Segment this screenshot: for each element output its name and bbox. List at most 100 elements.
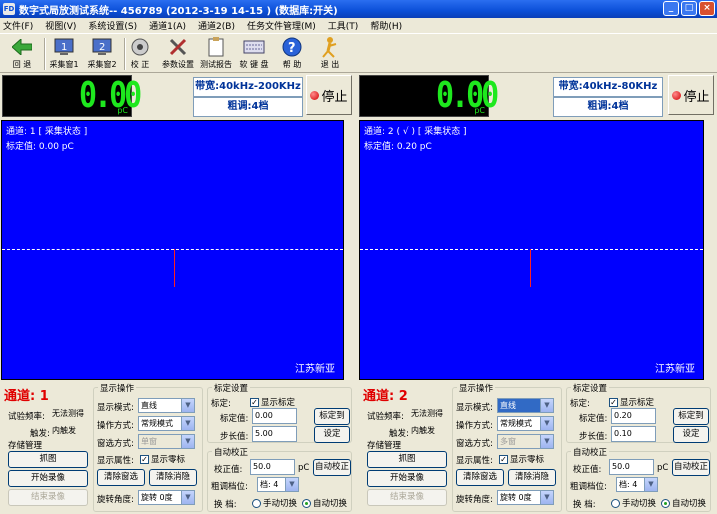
start-recording-button[interactable]: 开始录像 xyxy=(8,470,88,487)
test-frequency: 无法测得 xyxy=(409,407,449,423)
display-mode-select[interactable]: 直线 ▼ xyxy=(497,398,554,413)
set-button[interactable]: 设定 xyxy=(314,426,350,443)
show-zero-checkbox[interactable]: ✓ 显示零标 xyxy=(499,453,544,465)
chevron-down-icon: ▼ xyxy=(285,478,298,491)
channel-2-stop-button[interactable]: 停止 xyxy=(668,75,714,115)
help-button[interactable]: ? 帮 助 xyxy=(272,36,312,70)
baseline xyxy=(360,249,703,250)
coarse-position-select[interactable]: 档: 4 ▼ xyxy=(616,477,658,492)
operation-mode-select[interactable]: 常规模式 ▼ xyxy=(497,416,554,431)
channel-1-scope[interactable]: 通道: 1 [ 采集状态 ] 标定值: 0.00 pC 江苏新亚 xyxy=(1,120,344,380)
rotation-select[interactable]: 旋转 0度 ▼ xyxy=(138,490,195,505)
coarse-position-select[interactable]: 档: 4 ▼ xyxy=(257,477,299,492)
menu-view[interactable]: 视图(V) xyxy=(45,19,76,32)
chevron-down-icon: ▼ xyxy=(181,435,194,448)
menu-channel-2[interactable]: 通道2(B) xyxy=(198,19,235,32)
step-value-input[interactable]: 5.00 xyxy=(252,426,297,442)
window-select[interactable]: 单窗 ▼ xyxy=(138,434,195,449)
menu-file[interactable]: 文件(F) xyxy=(3,19,33,32)
storage-group-title: 存储管理 xyxy=(8,441,43,451)
pulse-marker xyxy=(530,249,531,287)
calibration-value-input[interactable]: 0.00 xyxy=(252,408,297,424)
back-button[interactable]: 回 退 xyxy=(2,36,42,70)
disc-icon xyxy=(129,36,151,58)
capture-button[interactable]: 抓图 xyxy=(367,451,447,468)
auto-correct-button[interactable]: 自动校正 xyxy=(672,459,710,476)
channel-2-coarse: 粗调:4档 xyxy=(553,97,663,117)
channel-1-stop-button[interactable]: 停止 xyxy=(306,75,352,115)
minimize-button[interactable]: _ xyxy=(663,1,679,16)
calibrate-to-button[interactable]: 标定到 xyxy=(673,408,709,425)
storage-group-title: 存储管理 xyxy=(367,441,402,451)
show-zero-checkbox[interactable]: ✓ 显示零标 xyxy=(140,453,185,465)
stop-recording-button[interactable]: 结束录像 xyxy=(8,489,88,506)
display-mode-select[interactable]: 直线 ▼ xyxy=(138,398,195,413)
auto-correct-button[interactable]: 自动校正 xyxy=(313,459,351,476)
stop-icon xyxy=(672,90,682,100)
auto-switch-radio[interactable]: 自动切换 xyxy=(302,497,347,509)
window-title: 数字式局放测试系统-- 456789 (2012-3-19 14-15 ) (数… xyxy=(19,5,338,17)
channel-2-bandwidth: 带宽:40kHz-80KHz xyxy=(553,77,663,97)
channel-2-lcd: 0.00 pC xyxy=(359,75,499,117)
menu-bar: 文件(F) 视图(V) 系统设置(S) 通道1(A) 通道2(B) 任务文件管理… xyxy=(0,18,717,32)
chevron-down-icon: ▼ xyxy=(540,399,553,412)
tools-icon xyxy=(167,36,189,58)
calibrate-to-button[interactable]: 标定到 xyxy=(314,408,350,425)
chevron-down-icon: ▼ xyxy=(540,435,553,448)
test-frequency: 无法测得 xyxy=(50,407,90,423)
calibrate-button[interactable]: 校 正 xyxy=(120,36,160,70)
maximize-button[interactable]: □ xyxy=(681,1,697,16)
chevron-down-icon: ▼ xyxy=(644,478,657,491)
show-calibration-checkbox[interactable]: ✓ 显示标定 xyxy=(609,396,654,408)
trigger-mode: 内触发 xyxy=(409,424,449,440)
soft-keyboard-button[interactable]: 软 键 盘 xyxy=(234,36,274,70)
start-recording-button[interactable]: 开始录像 xyxy=(367,470,447,487)
channel-1-coarse: 粗调:4档 xyxy=(193,97,303,117)
channel-2-controls: 通道: 2 试验频率: 无法测得 触发: 内触发 存储管理 抓图 开始录像 结束… xyxy=(359,381,717,514)
stop-recording-button[interactable]: 结束录像 xyxy=(367,489,447,506)
pulse-marker xyxy=(174,249,175,287)
show-calibration-checkbox[interactable]: ✓ 显示标定 xyxy=(250,396,295,408)
clear-window-button[interactable]: 清除窗选 xyxy=(97,469,145,486)
app-icon: FD xyxy=(3,3,15,15)
calibration-value-input[interactable]: 0.20 xyxy=(611,408,656,424)
chevron-down-icon: ▼ xyxy=(181,417,194,430)
operation-mode-select[interactable]: 常规模式 ▼ xyxy=(138,416,195,431)
clear-blanking-button[interactable]: 清除消隐 xyxy=(149,469,197,486)
auto-switch-radio[interactable]: 自动切换 xyxy=(661,497,706,509)
channel-label: 通道: 1 xyxy=(4,389,49,404)
channel-2-header: 0.00 pC 带宽:40kHz-80KHz 粗调:4档 停止 xyxy=(359,75,717,119)
window-select[interactable]: 多窗 ▼ xyxy=(497,434,554,449)
chevron-down-icon: ▼ xyxy=(181,491,194,504)
menu-tools[interactable]: 工具(T) xyxy=(328,19,359,32)
manual-switch-radio[interactable]: 手动切换 xyxy=(611,497,656,509)
splitter[interactable] xyxy=(345,120,357,380)
keyboard-icon xyxy=(243,36,265,58)
correction-value-input[interactable]: 50.0 xyxy=(250,459,295,475)
menu-help[interactable]: 帮助(H) xyxy=(370,19,402,32)
set-button[interactable]: 设定 xyxy=(673,426,709,443)
parameter-settings-button[interactable]: 参数设置 xyxy=(158,36,198,70)
monitor-2-icon: 2 xyxy=(91,36,113,58)
step-value-input[interactable]: 0.10 xyxy=(611,426,656,442)
menu-system-settings[interactable]: 系统设置(S) xyxy=(88,19,137,32)
svg-text:2: 2 xyxy=(99,42,105,53)
vertical-scrollbar[interactable] xyxy=(705,120,717,380)
title-bar: FD 数字式局放测试系统-- 456789 (2012-3-19 14-15 )… xyxy=(0,0,717,18)
clear-window-button[interactable]: 清除窗选 xyxy=(456,469,504,486)
manual-switch-radio[interactable]: 手动切换 xyxy=(252,497,297,509)
menu-task-file[interactable]: 任务文件管理(M) xyxy=(247,19,316,32)
capture-window-1-button[interactable]: 1 采集窗1 xyxy=(44,36,84,70)
rotation-select[interactable]: 旋转 0度 ▼ xyxy=(497,490,554,505)
correction-value-input[interactable]: 50.0 xyxy=(609,459,654,475)
close-button[interactable]: × xyxy=(699,1,715,16)
capture-button[interactable]: 抓图 xyxy=(8,451,88,468)
test-report-button[interactable]: 测试报告 xyxy=(196,36,236,70)
menu-channel-1[interactable]: 通道1(A) xyxy=(149,19,186,32)
arrow-left-icon xyxy=(11,36,33,58)
capture-window-2-button[interactable]: 2 采集窗2 xyxy=(82,36,122,70)
exit-button[interactable]: 退 出 xyxy=(310,36,350,70)
channel-1-controls: 通道: 1 试验频率: 无法测得 触发: 内触发 存储管理 抓图 开始录像 结束… xyxy=(0,381,358,514)
channel-2-scope[interactable]: 通道: 2 ( √ ) [ 采集状态 ] 标定值: 0.20 pC 江苏新亚 xyxy=(359,120,704,380)
clear-blanking-button[interactable]: 清除消隐 xyxy=(508,469,556,486)
